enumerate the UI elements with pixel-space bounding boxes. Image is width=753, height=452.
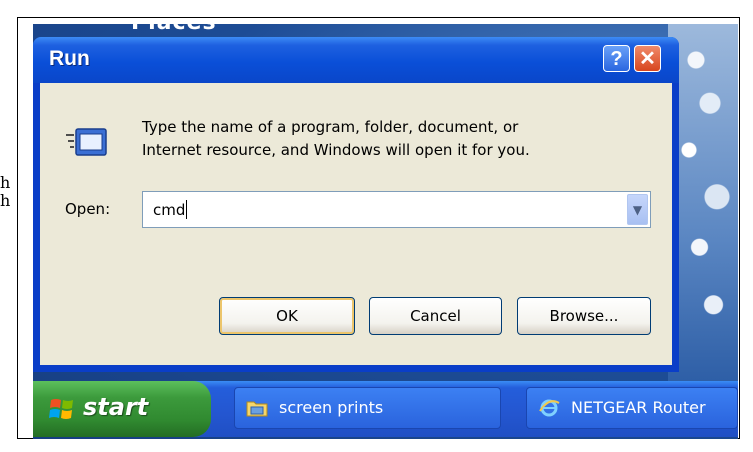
start-label: start xyxy=(83,393,149,421)
dialog-body: Type the name of a program, folder, docu… xyxy=(40,83,672,365)
taskbar-item-label: screen prints xyxy=(279,398,384,417)
windows-logo-icon xyxy=(49,399,73,419)
dialog-description: Type the name of a program, folder, docu… xyxy=(142,116,530,162)
run-dialog: Run ? ✕ Type the name of a program, fold… xyxy=(33,37,679,372)
side-text-line: h xyxy=(0,191,11,210)
desktop-heading-fragment: Places xyxy=(131,24,217,35)
cancel-button[interactable]: Cancel xyxy=(369,297,502,335)
start-button[interactable]: start xyxy=(33,381,211,437)
taskbar: start screen prints NETGEAR Router xyxy=(33,381,738,437)
ok-button[interactable]: OK xyxy=(219,297,355,335)
open-combobox[interactable]: cmd ▼ xyxy=(142,191,651,228)
title-bar[interactable]: Run ? ✕ xyxy=(33,37,679,83)
taskbar-item-label: NETGEAR Router xyxy=(571,398,706,417)
taskbar-item-netgear-router[interactable]: NETGEAR Router xyxy=(526,387,738,429)
chevron-down-icon[interactable]: ▼ xyxy=(627,194,648,225)
description-line: Internet resource, and Windows will open… xyxy=(142,141,530,159)
close-icon[interactable]: ✕ xyxy=(634,45,661,72)
side-text-line: h xyxy=(0,173,11,192)
dialog-title: Run xyxy=(49,47,90,70)
folder-icon xyxy=(246,401,268,417)
browse-button[interactable]: Browse... xyxy=(517,297,651,335)
run-icon xyxy=(66,128,107,156)
open-label: Open: xyxy=(65,200,111,218)
open-input-value[interactable]: cmd xyxy=(153,200,188,219)
description-line: Type the name of a program, folder, docu… xyxy=(142,118,519,136)
side-text: h h xyxy=(0,174,10,210)
taskbar-item-screen-prints[interactable]: screen prints xyxy=(234,387,501,429)
internet-explorer-icon xyxy=(539,399,560,417)
help-icon[interactable]: ? xyxy=(603,45,630,72)
text-caret xyxy=(186,200,188,219)
open-input-text: cmd xyxy=(153,201,186,219)
